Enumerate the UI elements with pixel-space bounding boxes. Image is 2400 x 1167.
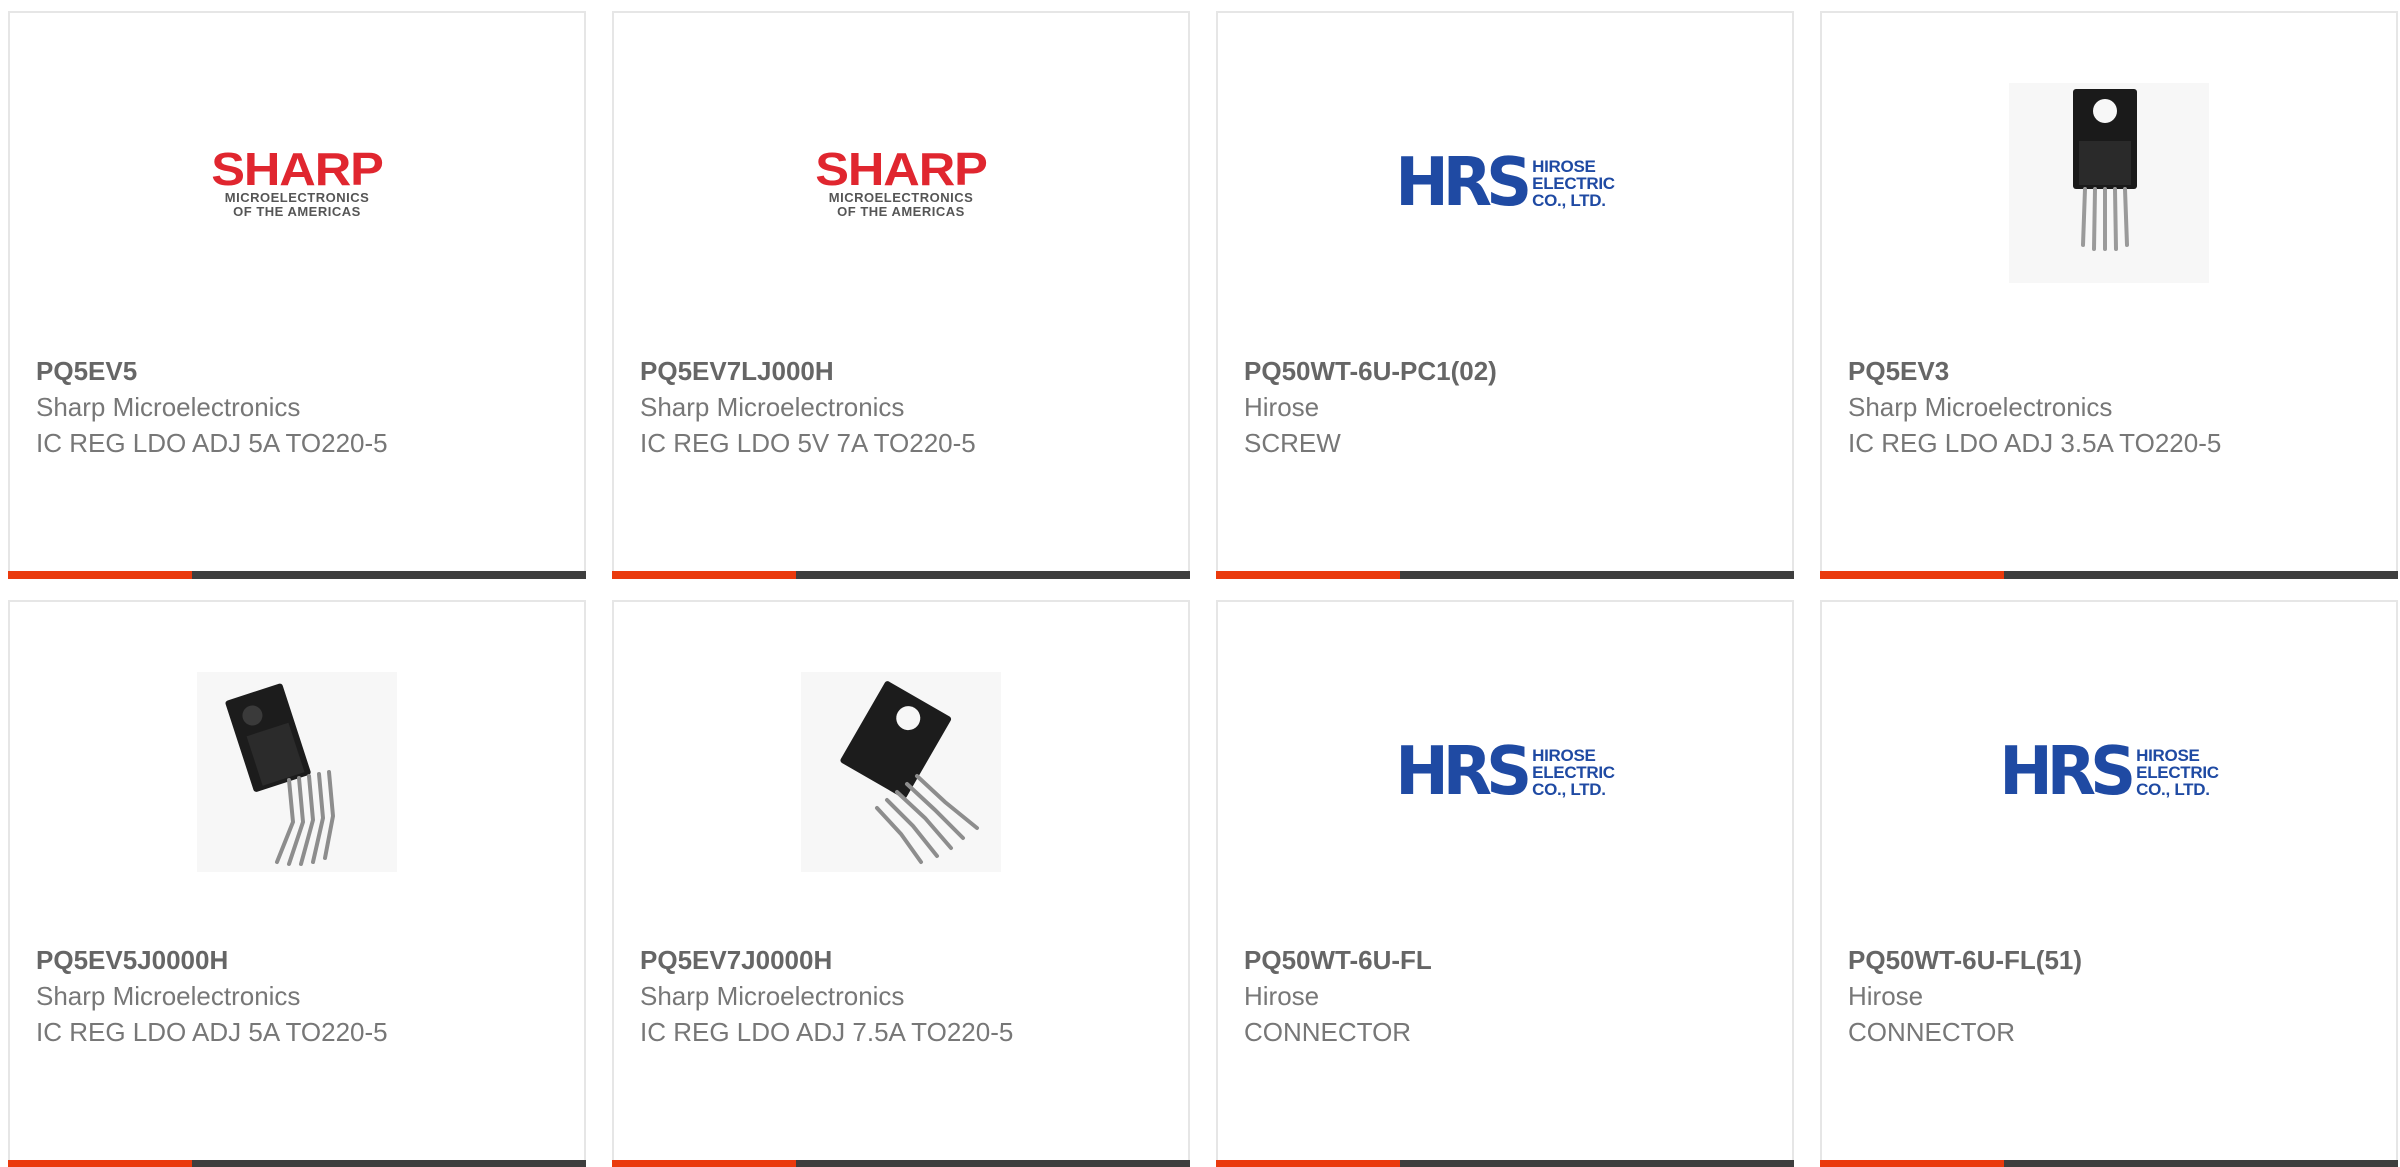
manufacturer: Hirose <box>1848 981 1924 1011</box>
description: IC REG LDO ADJ 7.5A TO220-5 <box>640 1017 1014 1047</box>
product-image[interactable]: SHARP MICROELECTRONICS OF THE AMERICAS <box>614 13 1188 353</box>
product-image[interactable]: HRS HIROSE ELECTRIC CO., LTD. <box>1822 602 2396 942</box>
product-image[interactable]: HRS HIROSE ELECTRIC CO., LTD. <box>1218 602 1792 942</box>
part-number[interactable]: PQ5EV7LJ000H <box>640 353 1168 389</box>
product-grid: SHARP MICROELECTRONICS OF THE AMERICAS P… <box>0 0 2400 1167</box>
part-number[interactable]: PQ50WT-6U-FL(51) <box>1848 942 2376 978</box>
to220-component-photo <box>801 672 1001 872</box>
hirose-logo: HRS HIROSE ELECTRIC CO., LTD. <box>1395 733 1615 811</box>
card-accent-bar <box>1820 571 2398 579</box>
hirose-logo: HRS HIROSE ELECTRIC CO., LTD. <box>1999 733 2219 811</box>
product-image[interactable] <box>1822 13 2396 353</box>
product-card[interactable]: PQ5EV7J0000H Sharp Microelectronics IC R… <box>612 600 1190 1167</box>
manufacturer: Hirose <box>1244 981 1320 1011</box>
product-card[interactable]: PQ5EV5J0000H Sharp Microelectronics IC R… <box>8 600 586 1167</box>
manufacturer: Sharp Microelectronics <box>1848 392 2113 422</box>
to220-component-photo <box>197 672 397 872</box>
description: CONNECTOR <box>1848 1017 2016 1047</box>
hirose-logo: HRS HIROSE ELECTRIC CO., LTD. <box>1395 144 1615 222</box>
card-accent-bar <box>612 1160 1190 1167</box>
card-accent-bar <box>612 571 1190 579</box>
product-card[interactable]: PQ5EV3 Sharp Microelectronics IC REG LDO… <box>1820 11 2398 579</box>
description: SCREW <box>1244 428 1341 458</box>
card-accent-bar <box>8 1160 586 1167</box>
part-number[interactable]: PQ50WT-6U-PC1(02) <box>1244 353 1772 389</box>
sharp-logo: SHARP MICROELECTRONICS OF THE AMERICAS <box>211 143 384 219</box>
manufacturer: Sharp Microelectronics <box>36 392 301 422</box>
product-card[interactable]: HRS HIROSE ELECTRIC CO., LTD. PQ50WT-6U-… <box>1216 11 1794 579</box>
sharp-logo: SHARP MICROELECTRONICS OF THE AMERICAS <box>815 143 988 219</box>
card-accent-bar <box>1216 1160 1794 1167</box>
description: CONNECTOR <box>1244 1017 1412 1047</box>
description: IC REG LDO 5V 7A TO220-5 <box>640 428 976 458</box>
product-image[interactable] <box>10 602 584 942</box>
product-card[interactable]: HRS HIROSE ELECTRIC CO., LTD. PQ50WT-6U-… <box>1820 600 2398 1167</box>
part-number[interactable]: PQ50WT-6U-FL <box>1244 942 1772 978</box>
manufacturer: Sharp Microelectronics <box>640 981 905 1011</box>
manufacturer: Hirose <box>1244 392 1320 422</box>
product-card[interactable]: SHARP MICROELECTRONICS OF THE AMERICAS P… <box>612 11 1190 579</box>
manufacturer: Sharp Microelectronics <box>640 392 905 422</box>
product-image[interactable]: HRS HIROSE ELECTRIC CO., LTD. <box>1218 13 1792 353</box>
part-number[interactable]: PQ5EV5 <box>36 353 564 389</box>
description: IC REG LDO ADJ 5A TO220-5 <box>36 1017 388 1047</box>
product-image[interactable] <box>614 602 1188 942</box>
part-number[interactable]: PQ5EV7J0000H <box>640 942 1168 978</box>
manufacturer: Sharp Microelectronics <box>36 981 301 1011</box>
product-card[interactable]: HRS HIROSE ELECTRIC CO., LTD. PQ50WT-6U-… <box>1216 600 1794 1167</box>
card-accent-bar <box>1820 1160 2398 1167</box>
to220-component-photo <box>2009 83 2209 283</box>
product-image[interactable]: SHARP MICROELECTRONICS OF THE AMERICAS <box>10 13 584 353</box>
part-number[interactable]: PQ5EV5J0000H <box>36 942 564 978</box>
product-card[interactable]: SHARP MICROELECTRONICS OF THE AMERICAS P… <box>8 11 586 579</box>
description: IC REG LDO ADJ 3.5A TO220-5 <box>1848 428 2222 458</box>
description: IC REG LDO ADJ 5A TO220-5 <box>36 428 388 458</box>
card-accent-bar <box>8 571 586 579</box>
card-accent-bar <box>1216 571 1794 579</box>
part-number[interactable]: PQ5EV3 <box>1848 353 2376 389</box>
